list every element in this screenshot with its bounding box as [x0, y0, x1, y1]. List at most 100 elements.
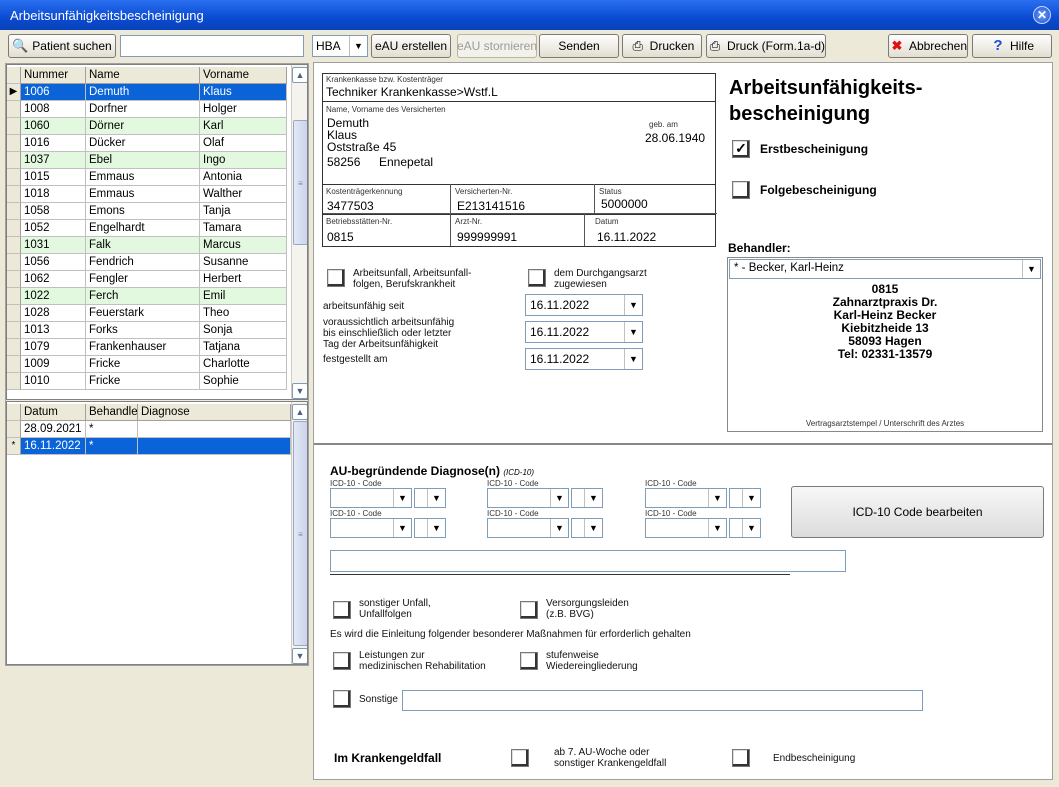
- icd-edit-button[interactable]: ICD-10 Code bearbeiten: [791, 486, 1044, 538]
- icd-qualifier-select[interactable]: ▼: [729, 488, 761, 508]
- folgebescheinigung-checkbox[interactable]: [732, 181, 750, 199]
- chevron-down-icon[interactable]: ▼: [349, 36, 367, 56]
- history-row[interactable]: * 16.11.2022 *: [7, 438, 291, 455]
- history-scrollbar[interactable]: ▲ ≡ ▼: [291, 402, 307, 664]
- bis-date-picker[interactable]: 16.11.2022 ▼: [525, 321, 643, 343]
- ab-7-woche-checkbox[interactable]: [511, 749, 529, 767]
- scroll-up-icon[interactable]: ▲: [292, 67, 307, 83]
- eau-cancel-button[interactable]: eAU stornieren: [457, 34, 537, 58]
- send-button[interactable]: Senden: [539, 34, 619, 58]
- scroll-thumb[interactable]: ≡: [293, 421, 307, 646]
- history-row[interactable]: 28.09.2021 *: [7, 421, 291, 438]
- chevron-down-icon[interactable]: ▼: [427, 519, 445, 537]
- icd-code-label: ICD-10 - Code: [645, 509, 697, 518]
- patient-row[interactable]: 1058 Emons Tanja: [7, 203, 291, 220]
- patient-row[interactable]: 1013 Forks Sonja: [7, 322, 291, 339]
- column-header-behandler[interactable]: Behandler: [86, 404, 138, 421]
- patient-row[interactable]: 1056 Fendrich Susanne: [7, 254, 291, 271]
- patient-row[interactable]: 1016 Dücker Olaf: [7, 135, 291, 152]
- patient-row[interactable]: 1031 Falk Marcus: [7, 237, 291, 254]
- patient-row[interactable]: 1010 Fricke Sophie: [7, 373, 291, 390]
- column-header-datum[interactable]: Datum: [21, 404, 86, 421]
- diagnosis-text-input[interactable]: [330, 550, 846, 572]
- icd-qualifier-select[interactable]: ▼: [729, 518, 761, 538]
- patient-search-input[interactable]: [120, 35, 304, 57]
- chevron-down-icon[interactable]: ▼: [584, 489, 602, 507]
- icd-qualifier-select[interactable]: ▼: [414, 518, 446, 538]
- column-header-vorname[interactable]: Vorname: [200, 67, 287, 84]
- patient-row[interactable]: 1079 Frankenhauser Tatjana: [7, 339, 291, 356]
- chevron-down-icon[interactable]: ▼: [624, 349, 642, 369]
- patient-cell-vorname: Walther: [200, 186, 287, 203]
- patient-row[interactable]: 1028 Feuerstark Theo: [7, 305, 291, 322]
- chevron-down-icon[interactable]: ▼: [708, 519, 726, 537]
- chevron-down-icon[interactable]: ▼: [624, 295, 642, 315]
- chevron-down-icon[interactable]: ▼: [742, 519, 760, 537]
- cancel-button[interactable]: ✖ Abbrechen: [888, 34, 968, 58]
- patient-search-button[interactable]: 🔍 Patient suchen: [8, 34, 116, 58]
- patient-row[interactable]: 1015 Emmaus Antonia: [7, 169, 291, 186]
- icd-code-select[interactable]: ▼: [487, 518, 569, 538]
- chevron-down-icon[interactable]: ▼: [427, 489, 445, 507]
- patient-row[interactable]: 1052 Engelhardt Tamara: [7, 220, 291, 237]
- sonstige-checkbox[interactable]: [333, 690, 351, 708]
- patient-scrollbar[interactable]: ▲ ≡ ▼: [291, 65, 307, 399]
- patient-row[interactable]: 1037 Ebel Ingo: [7, 152, 291, 169]
- patient-cell-nr: 1008: [21, 101, 86, 118]
- patient-row[interactable]: 1018 Emmaus Walther: [7, 186, 291, 203]
- column-header-name[interactable]: Name: [86, 67, 200, 84]
- icd-qualifier-select[interactable]: ▼: [571, 488, 603, 508]
- hba-select[interactable]: HBA ▼: [312, 35, 368, 57]
- history-cell-datum: 28.09.2021: [21, 421, 86, 438]
- chevron-down-icon[interactable]: ▼: [550, 519, 568, 537]
- scroll-up-icon[interactable]: ▲: [292, 404, 307, 420]
- row-indicator: [7, 322, 21, 339]
- patient-row[interactable]: 1009 Fricke Charlotte: [7, 356, 291, 373]
- help-button[interactable]: ? Hilfe: [972, 34, 1052, 58]
- chevron-down-icon[interactable]: ▼: [742, 489, 760, 507]
- durchgangsarzt-checkbox[interactable]: [528, 269, 546, 287]
- patient-row[interactable]: ▶ 1006 Demuth Klaus: [7, 84, 291, 101]
- patient-grid: Nummer Name Vorname ▶ 1006 Demuth Klaus 1008…: [6, 64, 308, 400]
- icd-qualifier-select[interactable]: ▼: [414, 488, 446, 508]
- print-form-button[interactable]: ⎙ Druck (Form.1a-d): [706, 34, 826, 58]
- patient-row[interactable]: 1022 Ferch Emil: [7, 288, 291, 305]
- chevron-down-icon[interactable]: ▼: [624, 322, 642, 342]
- icd-code-select[interactable]: ▼: [645, 518, 727, 538]
- scroll-down-icon[interactable]: ▼: [292, 383, 307, 399]
- icd-code-select[interactable]: ▼: [330, 488, 412, 508]
- chevron-down-icon[interactable]: ▼: [584, 519, 602, 537]
- behandler-select[interactable]: * - Becker, Karl-Heinz ▼: [729, 259, 1041, 279]
- patient-cell-nr: 1060: [21, 118, 86, 135]
- scroll-thumb[interactable]: ≡: [293, 120, 307, 245]
- chevron-down-icon[interactable]: ▼: [1022, 260, 1040, 278]
- arbeitsunfall-checkbox[interactable]: [327, 269, 345, 287]
- endbescheinigung-checkbox[interactable]: [732, 749, 750, 767]
- history-cell-behandler: *: [86, 421, 138, 438]
- erstbescheinigung-checkbox[interactable]: ✓: [732, 140, 750, 158]
- versorgungsleiden-checkbox[interactable]: [520, 601, 538, 619]
- festgestellt-date-picker[interactable]: 16.11.2022 ▼: [525, 348, 643, 370]
- chevron-down-icon[interactable]: ▼: [393, 519, 411, 537]
- sonstiger-unfall-checkbox[interactable]: [333, 601, 351, 619]
- patient-row[interactable]: 1060 Dörner Karl: [7, 118, 291, 135]
- wiedereingliederung-checkbox[interactable]: [520, 652, 538, 670]
- seit-date-picker[interactable]: 16.11.2022 ▼: [525, 294, 643, 316]
- chevron-down-icon[interactable]: ▼: [708, 489, 726, 507]
- column-header-nummer[interactable]: Nummer: [21, 67, 86, 84]
- eau-create-button[interactable]: eAU erstellen: [371, 34, 451, 58]
- reha-checkbox[interactable]: [333, 652, 351, 670]
- icd-code-select[interactable]: ▼: [330, 518, 412, 538]
- patient-row[interactable]: 1008 Dorfner Holger: [7, 101, 291, 118]
- print-button[interactable]: ⎙ Drucken: [622, 34, 702, 58]
- chevron-down-icon[interactable]: ▼: [550, 489, 568, 507]
- scroll-down-icon[interactable]: ▼: [292, 648, 307, 664]
- icd-qualifier-select[interactable]: ▼: [571, 518, 603, 538]
- icd-code-select[interactable]: ▼: [645, 488, 727, 508]
- close-icon[interactable]: ✕: [1033, 6, 1051, 24]
- chevron-down-icon[interactable]: ▼: [393, 489, 411, 507]
- icd-code-select[interactable]: ▼: [487, 488, 569, 508]
- patient-row[interactable]: 1062 Fengler Herbert: [7, 271, 291, 288]
- sonstige-input[interactable]: [402, 690, 923, 711]
- column-header-diagnose[interactable]: Diagnose: [138, 404, 291, 421]
